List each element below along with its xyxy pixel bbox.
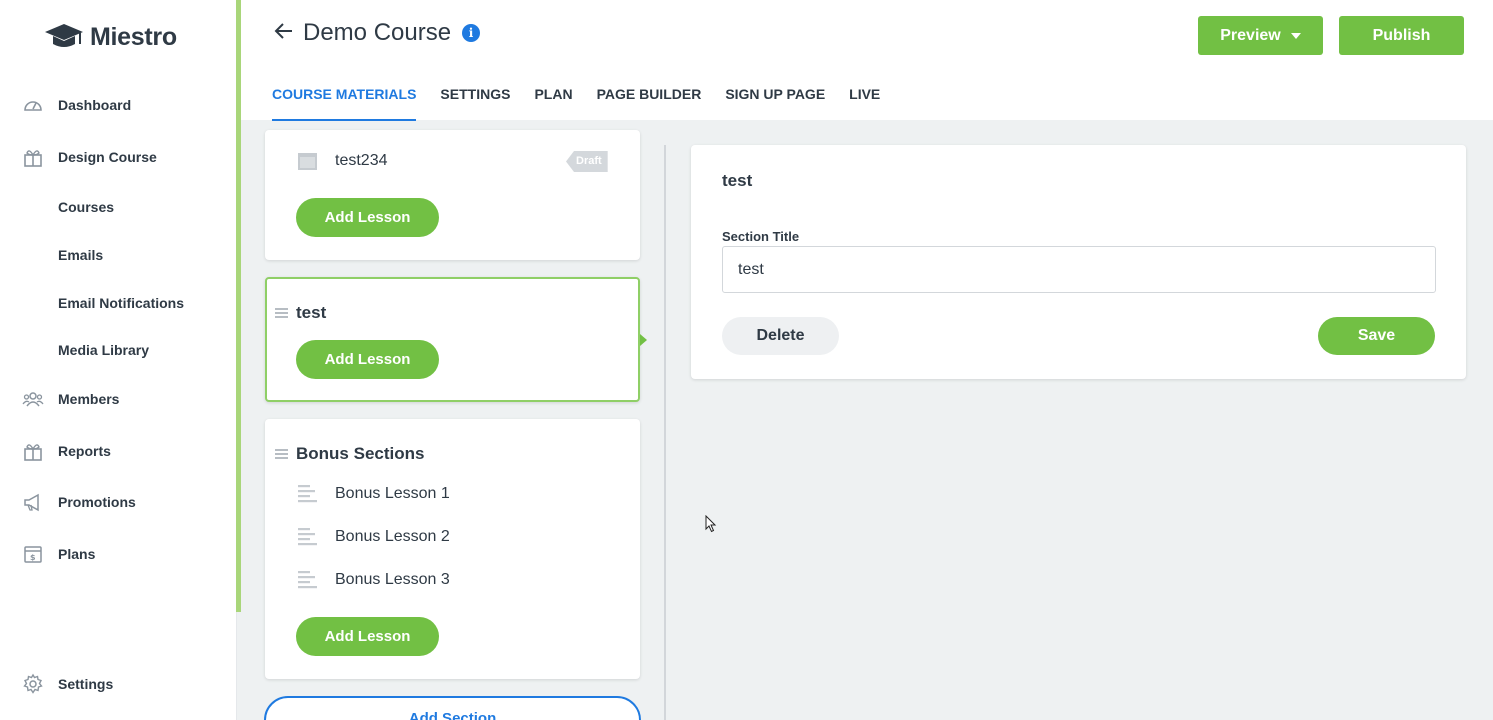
svg-text:$: $: [30, 553, 36, 562]
mouse-cursor-icon: [705, 515, 717, 533]
sidebar-item-email-notifications[interactable]: Email Notifications: [58, 295, 184, 311]
text-lesson-icon: [298, 571, 317, 589]
publish-button[interactable]: Publish: [1339, 16, 1464, 55]
sidebar-item-promotions[interactable]: Promotions: [22, 491, 136, 513]
sidebar-item-members[interactable]: Members: [22, 388, 119, 410]
back-arrow-icon[interactable]: [273, 20, 295, 42]
add-section-button[interactable]: Add Section: [264, 696, 641, 720]
tab-plan[interactable]: PLAN: [534, 86, 572, 121]
sidebar-item-plans[interactable]: $ Plans: [22, 543, 95, 565]
lesson-item[interactable]: Bonus Lesson 3: [298, 571, 450, 589]
tab-page-builder[interactable]: PAGE BUILDER: [597, 86, 702, 121]
tab-bar: COURSE MATERIALS SETTINGS PLAN PAGE BUIL…: [272, 86, 904, 121]
draft-badge: Draft: [566, 151, 608, 172]
section-card: [265, 130, 640, 260]
tab-course-materials[interactable]: COURSE MATERIALS: [272, 86, 417, 121]
add-lesson-button[interactable]: Add Lesson: [296, 617, 439, 656]
sidebar-item-courses[interactable]: Courses: [58, 199, 114, 215]
design-course-icon: [24, 150, 42, 167]
drag-handle-icon[interactable]: [275, 449, 288, 459]
section-title-label: Section Title: [722, 229, 800, 244]
sidebar-item-emails[interactable]: Emails: [58, 247, 103, 263]
dashboard-icon: [24, 101, 42, 111]
editor-heading: test: [722, 171, 753, 190]
sidebar-item-label: Plans: [58, 546, 96, 562]
sidebar-item-design-course[interactable]: Design Course: [22, 146, 157, 168]
megaphone-icon: [24, 493, 39, 512]
add-lesson-button[interactable]: Add Lesson: [296, 340, 439, 379]
members-icon: [22, 392, 44, 407]
tab-settings[interactable]: SETTINGS: [440, 86, 510, 121]
lesson-title: Bonus Lesson 3: [335, 571, 450, 588]
preview-label: Preview: [1220, 26, 1281, 44]
tab-sign-up-page[interactable]: SIGN UP PAGE: [725, 86, 825, 121]
sidebar-item-label: Promotions: [58, 494, 136, 510]
column-divider: [664, 145, 666, 720]
section-title-text: Bonus Sections: [296, 444, 425, 463]
tab-live[interactable]: LIVE: [849, 86, 880, 121]
lesson-title: test234: [335, 152, 388, 169]
graduation-cap-icon: [45, 24, 83, 47]
sidebar-item-label: Reports: [58, 443, 111, 459]
logo[interactable]: Miestro: [44, 22, 177, 52]
sidebar-item-label: Members: [58, 391, 120, 407]
text-lesson-icon: [298, 528, 317, 546]
section-title: test: [275, 303, 326, 323]
section-title-text: test: [296, 303, 327, 322]
drag-handle-icon[interactable]: [275, 308, 288, 318]
plans-icon: $: [24, 546, 42, 563]
caret-down-icon: [1290, 32, 1301, 39]
sidebar-item-label: Settings: [58, 676, 114, 692]
section-title-input[interactable]: [722, 246, 1436, 293]
save-button[interactable]: Save: [1318, 317, 1435, 355]
lesson-title: Bonus Lesson 1: [335, 485, 450, 502]
info-icon[interactable]: i: [462, 24, 480, 42]
gear-icon: [23, 673, 43, 694]
page-title: Demo Course: [303, 19, 452, 46]
section-title: Bonus Sections: [275, 444, 424, 464]
lesson-item[interactable]: Bonus Lesson 2: [298, 528, 450, 546]
add-lesson-button[interactable]: Add Lesson: [296, 198, 439, 237]
sidebar-item-dashboard[interactable]: Dashboard: [22, 94, 131, 116]
sidebar-item-label: Dashboard: [58, 97, 132, 113]
sidebar-item-settings[interactable]: Settings: [22, 673, 113, 695]
reports-icon: [24, 444, 42, 461]
sidebar-item-label: Design Course: [58, 149, 157, 165]
text-lesson-icon: [298, 485, 317, 503]
sidebar: Miestro Dashboard Design Course Courses …: [0, 0, 237, 720]
delete-button[interactable]: Delete: [722, 317, 839, 355]
sidebar-item-reports[interactable]: Reports: [22, 440, 111, 462]
lesson-item[interactable]: Bonus Lesson 1: [298, 485, 450, 503]
lesson-item[interactable]: test234: [298, 152, 387, 170]
app-name: Miestro: [90, 22, 177, 51]
lesson-title: Bonus Lesson 2: [335, 528, 450, 545]
selected-pointer: [640, 334, 647, 346]
page-icon: [298, 152, 317, 170]
preview-button[interactable]: Preview: [1198, 16, 1323, 55]
sidebar-item-media-library[interactable]: Media Library: [58, 342, 149, 358]
